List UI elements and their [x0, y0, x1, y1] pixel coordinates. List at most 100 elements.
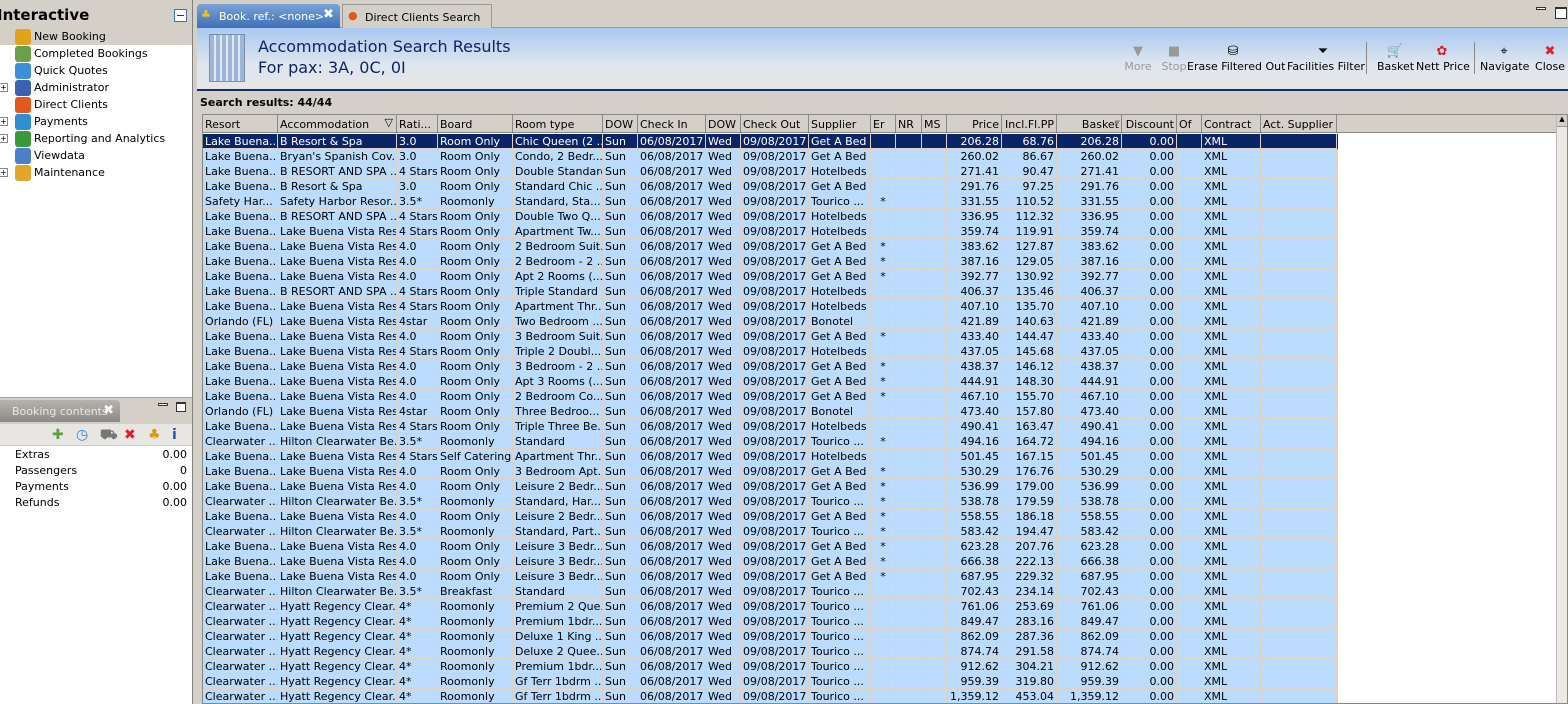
- tab-booking-contents[interactable]: Booking contents ✖: [0, 400, 120, 422]
- close-icon[interactable]: ✖: [103, 403, 114, 418]
- table-row[interactable]: Lake Buena... Lake Buena Vista Res... 4.0 R…: [203, 554, 1338, 569]
- column-header-check-in[interactable]: Check In: [638, 115, 706, 133]
- column-header-rati-[interactable]: Rati...: [397, 115, 438, 133]
- table-row[interactable]: Lake Buena... Bryan's Spanish Cov... 3.0 Ro…: [203, 149, 1338, 164]
- table-row[interactable]: Lake Buena... Lake Buena Vista Res... 4.0 R…: [203, 464, 1338, 479]
- column-header-resort[interactable]: Resort: [203, 115, 278, 133]
- table-row[interactable]: Safety Har... Safety Harbor Resor... 3.5* R…: [203, 194, 1338, 209]
- table-row[interactable]: Lake Buena... Lake Buena Vista Res... 4.0 R…: [203, 269, 1338, 284]
- nav-item-reporting-and-analytics[interactable]: + Reporting and Analytics: [0, 130, 192, 147]
- table-row[interactable]: Lake Buena... Lake Buena Vista Res... 4 St…: [203, 299, 1338, 314]
- table-row[interactable]: Clearwater ... Hilton Clearwater Be... 3.5…: [203, 584, 1338, 599]
- facilities-filter-button[interactable]: ⏷ Facilities Filter: [1287, 44, 1365, 73]
- expand-icon[interactable]: +: [0, 83, 8, 92]
- column-header-nr[interactable]: NR: [896, 115, 922, 133]
- vertical-scrollbar[interactable]: ▲: [1556, 115, 1567, 703]
- table-row[interactable]: Clearwater ... Hilton Clearwater Be... 3.5…: [203, 494, 1338, 509]
- tab-booking-ref[interactable]: ♣ Book. ref.: <none> ✖: [197, 4, 340, 28]
- column-header-basket[interactable]: Basket ▾: [1057, 115, 1122, 133]
- expand-icon[interactable]: +: [0, 168, 8, 177]
- minimize-icon[interactable]: [174, 9, 187, 22]
- tab-direct-clients-search[interactable]: ● Direct Clients Search: [342, 4, 492, 28]
- nav-item-completed-bookings[interactable]: Completed Bookings: [0, 45, 192, 62]
- table-row[interactable]: Lake Buena... Lake Buena Vista Res... 4 St…: [203, 449, 1338, 464]
- table-row[interactable]: Lake Buena... Lake Buena Vista Res... 4.0 R…: [203, 509, 1338, 524]
- table-row[interactable]: Clearwater ... Hyatt Regency Clear... 4* Ro…: [203, 614, 1338, 629]
- column-header-incl-fl-pp[interactable]: Incl.Fl.PP: [1002, 115, 1057, 133]
- nav-item-quick-quotes[interactable]: Quick Quotes: [0, 62, 192, 79]
- table-row[interactable]: Clearwater ... Hyatt Regency Clear... 4* Ro…: [203, 599, 1338, 614]
- column-header-of[interactable]: Of: [1177, 115, 1202, 133]
- table-row[interactable]: Lake Buena... Lake Buena Vista Res... 4.0 R…: [203, 539, 1338, 554]
- close-button[interactable]: ✖ Close: [1535, 44, 1565, 73]
- cart-icon[interactable]: ⛟: [100, 427, 118, 445]
- add-icon[interactable]: ✚: [52, 427, 64, 443]
- filter-icon[interactable]: ▽: [385, 116, 393, 129]
- table-row[interactable]: Lake Buena... B Resort & Spa 3.0 Room Only S…: [203, 179, 1338, 194]
- column-header-supplier[interactable]: Supplier: [809, 115, 871, 133]
- nav-item-administrator[interactable]: + Administrator: [0, 79, 192, 96]
- nett-price-button[interactable]: ✿ Nett Price: [1416, 44, 1470, 73]
- table-row[interactable]: Lake Buena... B RESORT AND SPA ... 4 Stars…: [203, 164, 1338, 179]
- nav-item-direct-clients[interactable]: Direct Clients: [0, 96, 192, 113]
- delete-icon[interactable]: ✖: [124, 427, 136, 443]
- column-header-er[interactable]: Er: [871, 115, 896, 133]
- table-row[interactable]: Lake Buena... Lake Buena Vista Res... 4.0 R…: [203, 254, 1338, 269]
- expand-icon[interactable]: +: [0, 134, 8, 143]
- column-header-board[interactable]: Board: [438, 115, 513, 133]
- scroll-up-icon[interactable]: ▲: [1557, 115, 1567, 127]
- erase-filtered-out-button[interactable]: ⛁ Erase Filtered Out: [1187, 44, 1285, 73]
- minimize-icon[interactable]: [1536, 7, 1546, 10]
- maximize-icon[interactable]: [176, 402, 186, 412]
- column-header-accommodation[interactable]: Accommodation ▽: [278, 115, 397, 133]
- table-row[interactable]: Clearwater ... Hyatt Regency Clear... 4* Ro…: [203, 674, 1338, 689]
- palm-tree-icon[interactable]: ♣: [148, 427, 161, 443]
- table-row[interactable]: Lake Buena... B RESORT AND SPA ... 4 Stars…: [203, 209, 1338, 224]
- column-header-discount[interactable]: Discount: [1122, 115, 1177, 133]
- table-row[interactable]: Clearwater ... Hilton Clearwater Be... 3.5…: [203, 524, 1338, 539]
- nav-item-viewdata[interactable]: Viewdata: [0, 147, 192, 164]
- info-icon[interactable]: i: [172, 427, 177, 443]
- table-row[interactable]: Orlando (FL) Lake Buena Vista Res... 4star…: [203, 404, 1338, 419]
- table-row[interactable]: Lake Buena... Lake Buena Vista Res... 4.0 R…: [203, 569, 1338, 584]
- column-header-ms[interactable]: MS: [922, 115, 947, 133]
- nav-item-new-booking[interactable]: New Booking: [0, 28, 192, 45]
- table-row[interactable]: Orlando (FL) Lake Buena Vista Res... 4star…: [203, 314, 1338, 329]
- more-button[interactable]: ▼ More: [1123, 44, 1153, 73]
- column-header-price[interactable]: Price: [947, 115, 1002, 133]
- expand-icon[interactable]: +: [0, 117, 8, 126]
- table-row[interactable]: Lake Buena... Lake Buena Vista Res... 4.0 R…: [203, 239, 1338, 254]
- clock-icon[interactable]: ◷: [76, 427, 88, 443]
- column-header-check-out[interactable]: Check Out: [741, 115, 809, 133]
- table-row[interactable]: Lake Buena... Lake Buena Vista Res... 4.0 R…: [203, 374, 1338, 389]
- table-row[interactable]: Clearwater ... Hyatt Regency Clear... 4* Ro…: [203, 644, 1338, 659]
- table-row[interactable]: Clearwater ... Hyatt Regency Clear... 4* Ro…: [203, 629, 1338, 644]
- table-row[interactable]: Lake Buena... Lake Buena Vista Res... 4 St…: [203, 344, 1338, 359]
- maximize-icon[interactable]: [1555, 7, 1567, 19]
- nav-item-payments[interactable]: + Payments: [0, 113, 192, 130]
- column-header-room-type[interactable]: Room type: [513, 115, 603, 133]
- basket-button[interactable]: 🛒 Basket: [1377, 44, 1414, 73]
- sort-desc-icon[interactable]: ▾: [1114, 116, 1120, 129]
- table-row[interactable]: Lake Buena... Lake Buena Vista Res... 4.0 R…: [203, 359, 1338, 374]
- nav-item-maintenance[interactable]: + Maintenance: [0, 164, 192, 181]
- table-row[interactable]: Clearwater ... Hyatt Regency Clear... 4* Ro…: [203, 689, 1338, 703]
- table-row[interactable]: Clearwater ... Hilton Clearwater Be... 3.5…: [203, 434, 1338, 449]
- table-row[interactable]: Lake Buena... Lake Buena Vista Res... 4 St…: [203, 419, 1338, 434]
- table-row[interactable]: Lake Buena... B RESORT AND SPA ... 4 Stars…: [203, 284, 1338, 299]
- table-row[interactable]: Clearwater ... Hyatt Regency Clear... 4* Ro…: [203, 659, 1338, 674]
- table-row[interactable]: Lake Buena... Lake Buena Vista Res... 4.0 R…: [203, 329, 1338, 344]
- column-header-dow[interactable]: DOW: [706, 115, 741, 133]
- table-row[interactable]: Lake Buena... Lake Buena Vista Res... 4 St…: [203, 224, 1338, 239]
- close-icon[interactable]: ✖: [323, 7, 334, 22]
- table-row[interactable]: Lake Buena... Lake Buena Vista Res... 4.0 R…: [203, 389, 1338, 404]
- stop-button[interactable]: ■ Stop: [1159, 44, 1189, 73]
- column-header-dow[interactable]: DOW: [603, 115, 638, 133]
- navigate-button[interactable]: ⌖ Navigate: [1480, 44, 1529, 73]
- cell-price: 959.39: [947, 674, 1002, 689]
- table-row[interactable]: Lake Buena... Lake Buena Vista Res... 4.0 R…: [203, 479, 1338, 494]
- column-header-act-supplier[interactable]: Act. Supplier: [1261, 115, 1337, 133]
- table-row[interactable]: Lake Buena... B Resort & Spa 3.0 Room Only C…: [203, 134, 1338, 149]
- column-header-contract[interactable]: Contract: [1202, 115, 1261, 133]
- minimize-icon[interactable]: [158, 403, 168, 406]
